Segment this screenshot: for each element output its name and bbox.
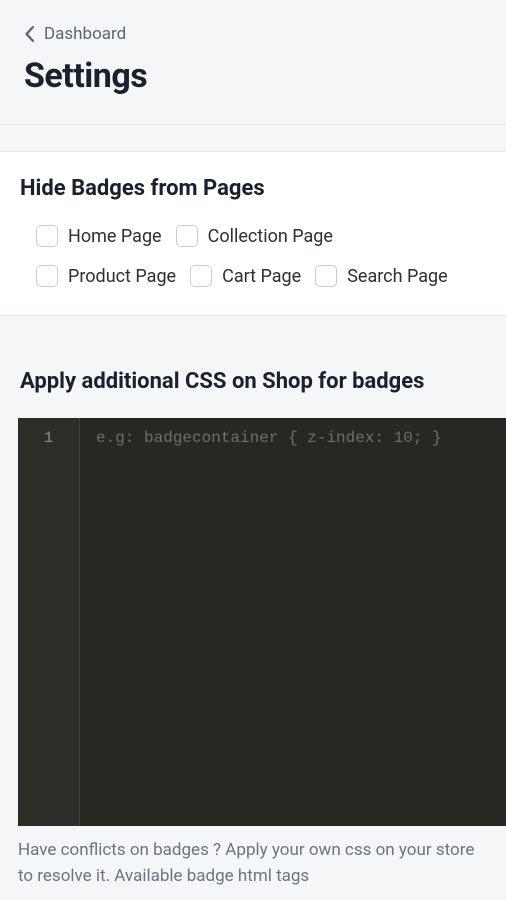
checkbox-label: Home Page xyxy=(68,226,162,247)
checkbox-collection-page[interactable] xyxy=(176,225,198,247)
code-editor-textarea[interactable]: e.g: badgecontainer { z-index: 10; } xyxy=(80,418,506,826)
additional-css-title: Apply additional CSS on Shop for badges xyxy=(0,369,506,394)
hide-badges-section: Hide Badges from Pages Home Page Collect… xyxy=(0,151,506,316)
checkbox-item-search-page: Search Page xyxy=(315,265,447,287)
checkbox-home-page[interactable] xyxy=(36,225,58,247)
additional-css-section: Apply additional CSS on Shop for badges … xyxy=(0,345,506,889)
checkbox-item-home-page: Home Page xyxy=(36,225,162,247)
checkbox-product-page[interactable] xyxy=(36,265,58,287)
css-code-editor[interactable]: 1 e.g: badgecontainer { z-index: 10; } xyxy=(18,418,506,826)
hide-badges-checkbox-group: Home Page Collection Page Product Page C… xyxy=(20,225,486,287)
code-editor-gutter: 1 xyxy=(18,418,80,826)
checkbox-item-collection-page: Collection Page xyxy=(176,225,333,247)
checkbox-label: Collection Page xyxy=(208,226,333,247)
checkbox-item-cart-page: Cart Page xyxy=(190,265,301,287)
css-help-text: Have conflicts on badges ? Apply your ow… xyxy=(0,826,506,889)
breadcrumb-back-link[interactable]: Dashboard xyxy=(24,24,126,44)
checkbox-label: Cart Page xyxy=(222,266,301,287)
checkbox-cart-page[interactable] xyxy=(190,265,212,287)
breadcrumb-label: Dashboard xyxy=(44,24,126,44)
chevron-left-icon xyxy=(24,26,36,42)
checkbox-item-product-page: Product Page xyxy=(36,265,176,287)
checkbox-label: Product Page xyxy=(68,266,176,287)
checkbox-search-page[interactable] xyxy=(315,265,337,287)
code-editor-placeholder: e.g: badgecontainer { z-index: 10; } xyxy=(96,426,490,450)
checkbox-label: Search Page xyxy=(347,266,447,287)
page-header: Dashboard Settings xyxy=(0,0,506,125)
hide-badges-title: Hide Badges from Pages xyxy=(20,176,486,201)
page-title: Settings xyxy=(24,56,482,96)
line-number: 1 xyxy=(18,426,79,450)
